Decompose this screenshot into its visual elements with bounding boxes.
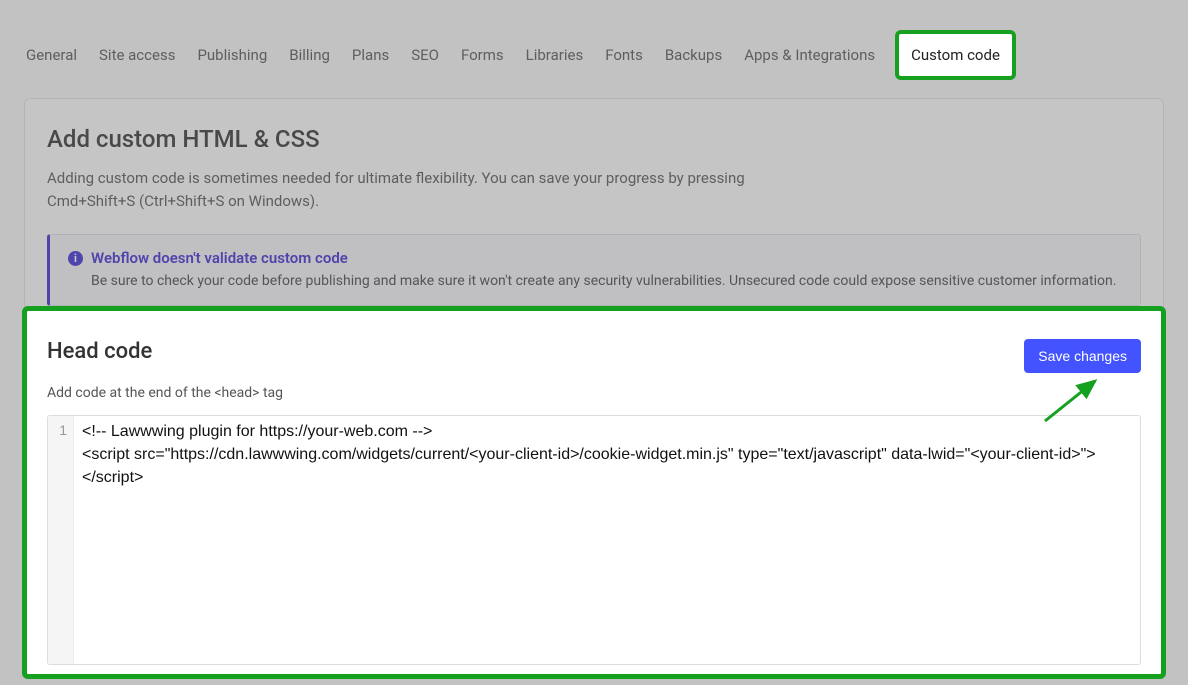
notice-body: Be sure to check your code before publis…	[68, 273, 1122, 289]
head-code-hint: Add code at the end of the <head> tag	[47, 385, 1141, 401]
validation-notice: i Webflow doesn't validate custom code B…	[47, 234, 1141, 306]
notice-title-text: Webflow doesn't validate custom code	[91, 249, 348, 267]
head-code-title: Head code	[47, 339, 152, 364]
tab-libraries[interactable]: Libraries	[524, 36, 586, 74]
head-code-section: Head code Save changes Add code at the e…	[22, 306, 1166, 679]
custom-code-panel: Add custom HTML & CSS Adding custom code…	[24, 98, 1164, 329]
tab-apps-integrations[interactable]: Apps & Integrations	[742, 36, 877, 74]
editor-gutter: 1	[48, 416, 74, 664]
tab-billing[interactable]: Billing	[287, 36, 332, 74]
panel-description: Adding custom code is sometimes needed f…	[47, 167, 767, 212]
tab-fonts[interactable]: Fonts	[603, 36, 645, 74]
tab-backups[interactable]: Backups	[663, 36, 724, 74]
editor-content[interactable]: <!-- Lawwwing plugin for https://your-we…	[74, 416, 1140, 664]
save-changes-button[interactable]: Save changes	[1024, 339, 1141, 373]
tab-site-access[interactable]: Site access	[97, 36, 177, 74]
tab-custom-code[interactable]: Custom code	[895, 30, 1016, 80]
code-editor[interactable]: 1 <!-- Lawwwing plugin for https://your-…	[47, 415, 1141, 665]
info-icon: i	[68, 251, 83, 266]
settings-tabs: General Site access Publishing Billing P…	[24, 30, 1164, 80]
panel-title: Add custom HTML & CSS	[47, 125, 1141, 153]
tab-publishing[interactable]: Publishing	[195, 36, 269, 74]
tab-seo[interactable]: SEO	[409, 36, 441, 74]
tab-general[interactable]: General	[24, 36, 79, 74]
tab-forms[interactable]: Forms	[459, 36, 506, 74]
tab-plans[interactable]: Plans	[350, 36, 391, 74]
